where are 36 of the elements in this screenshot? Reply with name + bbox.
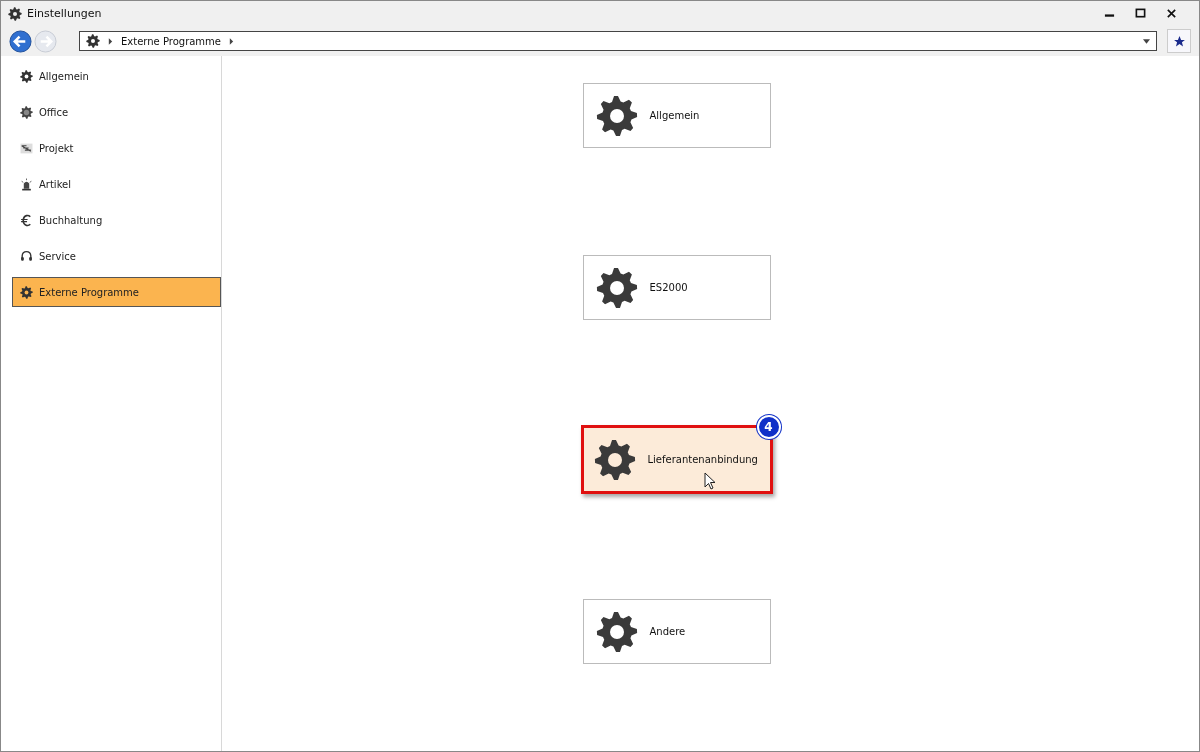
favorite-button[interactable] [1167, 29, 1191, 53]
siren-icon [20, 177, 33, 191]
step-badge: 4 [756, 415, 781, 439]
breadcrumb-item[interactable]: Externe Programme [121, 35, 221, 47]
cog-icon [20, 105, 33, 119]
close-icon[interactable] [1166, 8, 1177, 19]
gear-icon [595, 266, 638, 309]
settings-tile[interactable]: Andere [582, 599, 771, 664]
gear-icon [593, 438, 636, 481]
chart-icon [20, 141, 33, 155]
headset-icon [20, 249, 33, 263]
settings-tile[interactable]: ES2000 [582, 255, 771, 320]
mouse-pointer-icon [703, 472, 716, 490]
chevron-icon [108, 37, 113, 45]
back-button[interactable] [9, 29, 32, 53]
maximize-icon[interactable] [1135, 8, 1146, 19]
gear-icon [20, 285, 33, 299]
euro-icon [20, 213, 33, 227]
sidebar-item[interactable]: Projekt [12, 133, 221, 163]
sidebar-item[interactable]: Externe Programme [12, 277, 221, 307]
gear-icon [20, 69, 33, 83]
gear-icon [595, 610, 638, 653]
dropdown-icon[interactable] [1143, 38, 1150, 44]
sidebar-item[interactable]: Artikel [12, 169, 221, 199]
sidebar-item[interactable]: Buchhaltung [12, 205, 221, 235]
sidebar-item[interactable]: Service [12, 241, 221, 271]
address-bar[interactable]: Externe Programme [79, 31, 1157, 51]
window-title: Einstellungen [27, 7, 102, 20]
star-icon [1172, 34, 1186, 48]
sidebar-item[interactable]: Office [12, 97, 221, 127]
sidebar-item[interactable]: Allgemein [12, 61, 221, 91]
gear-icon [8, 6, 22, 21]
settings-tile[interactable]: Allgemein [582, 83, 771, 148]
gear-icon [86, 34, 100, 48]
gear-icon [595, 94, 638, 137]
chevron-icon [229, 37, 234, 45]
